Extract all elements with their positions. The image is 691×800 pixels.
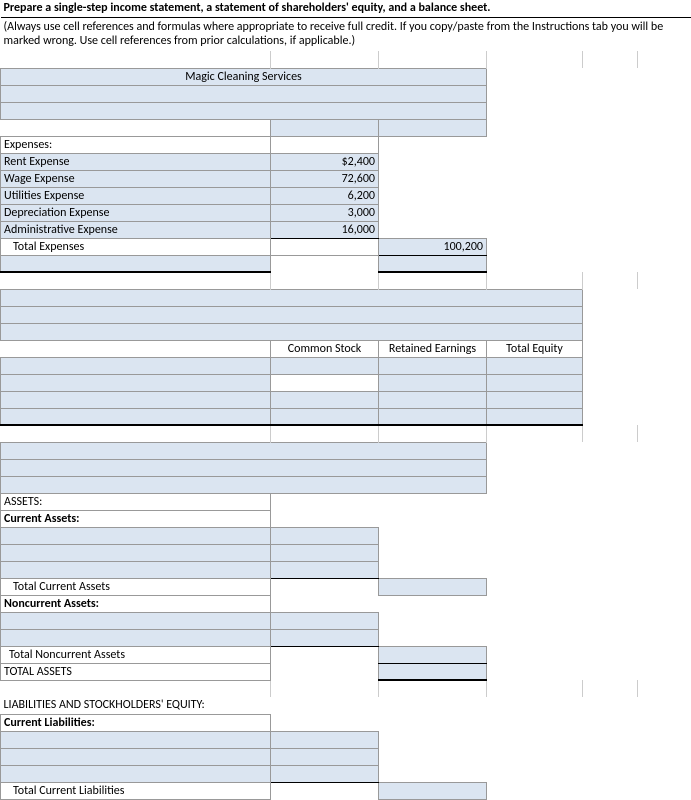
asset-item[interactable] (1, 561, 271, 578)
page-title: Prepare a single-step income statement, … (1, 0, 691, 17)
expense-label[interactable]: Depreciation Expense (1, 204, 271, 221)
current-liabilities-header: Current Liabilities: (1, 714, 271, 731)
bs-blank-row[interactable] (1, 476, 487, 493)
total-assets-value[interactable] (379, 663, 487, 680)
equity-cell[interactable] (379, 408, 487, 425)
expense-value[interactable]: 6,200 (271, 187, 379, 204)
liabilities-header: LIABILITIES AND STOCKHOLDERS' EQUITY: (1, 697, 379, 714)
equity-cell[interactable] (379, 374, 487, 391)
liability-value[interactable] (271, 731, 379, 748)
equity-title-row[interactable] (1, 289, 583, 306)
asset-value[interactable] (271, 527, 379, 544)
asset-value[interactable] (271, 612, 379, 629)
asset-item[interactable] (1, 612, 271, 629)
equity-col-header: Total Equity (487, 340, 583, 357)
asset-value[interactable] (271, 629, 379, 646)
equity-cell[interactable] (487, 357, 583, 374)
total-current-liabilities-label: Total Current Liabilities (1, 782, 271, 799)
blank-shaded-cell[interactable] (271, 119, 379, 136)
equity-row-label[interactable] (1, 391, 271, 408)
blank-shaded-cell[interactable] (379, 119, 487, 136)
equity-cell[interactable] (271, 391, 379, 408)
expense-label[interactable]: Wage Expense (1, 170, 271, 187)
blank-shaded-row[interactable] (1, 85, 487, 102)
company-name[interactable]: Magic Cleaning Services (1, 68, 487, 85)
total-current-assets-label: Total Current Assets (1, 578, 271, 595)
blank-shaded-cell[interactable] (1, 255, 271, 272)
liability-item[interactable] (1, 748, 271, 765)
liability-item[interactable] (1, 731, 271, 748)
instruction-text: (Always use cell references and formulas… (1, 17, 691, 51)
asset-value[interactable] (271, 561, 379, 578)
expense-label[interactable]: Administrative Expense (1, 221, 271, 238)
bs-blank-row[interactable] (1, 459, 487, 476)
spreadsheet-table: Prepare a single-step income statement, … (0, 0, 691, 800)
equity-cell[interactable] (271, 408, 379, 425)
expense-value[interactable]: 3,000 (271, 204, 379, 221)
equity-blank-row[interactable] (1, 306, 583, 323)
expenses-header: Expenses: (1, 136, 271, 153)
equity-row-label[interactable] (1, 374, 271, 391)
liability-value[interactable] (271, 748, 379, 765)
expense-label[interactable]: Rent Expense (1, 153, 271, 170)
equity-cell[interactable] (487, 391, 583, 408)
expense-value[interactable]: $2,400 (271, 153, 379, 170)
total-expenses-value[interactable]: 100,200 (379, 238, 487, 255)
current-assets-header: Current Assets: (1, 510, 271, 527)
equity-blank-row[interactable] (1, 323, 583, 340)
noncurrent-assets-header: Noncurrent Assets: (1, 595, 271, 612)
equity-col-header: Retained Earnings (379, 340, 487, 357)
total-current-liabilities-value[interactable] (379, 782, 487, 799)
expense-value[interactable]: 16,000 (271, 221, 379, 238)
asset-item[interactable] (1, 544, 271, 561)
total-expenses-label: Total Expenses (1, 238, 271, 255)
asset-item[interactable] (1, 527, 271, 544)
total-noncurrent-assets-label: Total Noncurrent Assets (1, 646, 271, 663)
expense-label[interactable]: Utilities Expense (1, 187, 271, 204)
total-noncurrent-assets-value[interactable] (379, 646, 487, 663)
equity-col-header: Common Stock (271, 340, 379, 357)
asset-item[interactable] (1, 629, 271, 646)
blank-shaded-cell[interactable] (379, 255, 487, 272)
equity-cell[interactable] (379, 391, 487, 408)
expense-value[interactable]: 72,600 (271, 170, 379, 187)
equity-row-label[interactable] (1, 408, 271, 425)
equity-cell[interactable] (487, 408, 583, 425)
asset-value[interactable] (271, 544, 379, 561)
equity-cell[interactable] (379, 357, 487, 374)
bs-title-row[interactable] (1, 442, 487, 459)
total-current-assets-value[interactable] (379, 578, 487, 595)
total-assets-label: TOTAL ASSETS (1, 663, 271, 680)
blank-shaded-row[interactable] (1, 102, 487, 119)
assets-header: ASSETS: (1, 493, 271, 510)
liability-value[interactable] (271, 765, 379, 782)
equity-cell[interactable] (487, 374, 583, 391)
equity-cell[interactable] (271, 357, 379, 374)
liability-item[interactable] (1, 765, 271, 782)
equity-row-label[interactable] (1, 357, 271, 374)
